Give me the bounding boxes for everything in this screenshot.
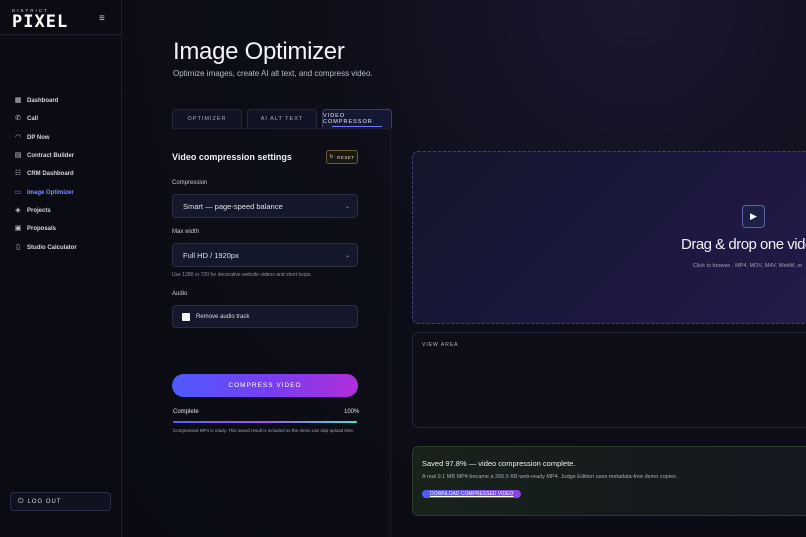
sidebar-item-label: DP Now — [27, 134, 50, 141]
brand-logo[interactable]: DISTRICT PIXEL — [12, 8, 69, 32]
view-area-label: VIEW AREA — [422, 342, 459, 348]
result-description: A real 9.1 MB MP4 became a 206.5 KB web-… — [422, 474, 678, 480]
sidebar-divider — [0, 34, 122, 35]
sidebar-item-label: Proposals — [27, 226, 57, 233]
sidebar-item-label: Call — [27, 116, 39, 123]
reset-button[interactable]: ↻ RESET — [326, 150, 358, 164]
tab-divider — [172, 128, 390, 129]
page-subtitle: Optimize images, create AI alt text, and… — [173, 69, 373, 78]
sidebar-item-image-optimizer[interactable]: ▭ Image Optimizer — [14, 183, 114, 201]
tab-optimizer[interactable]: OPTIMIZER — [172, 109, 242, 128]
brand-logo-main: PIXEL — [12, 12, 69, 32]
sidebar-item-label: CRM Dashboard — [27, 171, 74, 178]
file-icon: ▣ — [14, 225, 22, 233]
tab-video-compressor[interactable]: VIDEO COMPRESSOR — [322, 109, 392, 128]
dropzone-title: Drag & drop one video h — [681, 236, 806, 253]
reset-icon: ↻ — [329, 154, 335, 160]
compress-video-button[interactable]: COMPRESS VIDEO — [172, 374, 358, 397]
sidebar-item-studio-calculator[interactable]: ▯ Studio Calculator — [14, 238, 114, 256]
max-width-hint: Use 1280 or 720 for decorative website v… — [172, 272, 312, 278]
sidebar-item-crm-dashboard[interactable]: ☷ CRM Dashboard — [14, 165, 114, 183]
audio-label: Audio — [172, 291, 188, 297]
dashboard-icon: ▦ — [14, 97, 22, 105]
sidebar-nav: ▦ Dashboard ✆ Call ◠ DP Now ▤ Contract Builder ☷… — [14, 92, 114, 257]
progress-percent: 100% — [344, 409, 360, 415]
max-width-value: Full HD / 1920px — [183, 250, 239, 260]
logout-button[interactable]: ⏻ LOG OUT — [10, 492, 111, 511]
sidebar-item-proposals[interactable]: ▣ Proposals — [14, 220, 114, 238]
chevron-down-icon: ⌄ — [344, 253, 350, 259]
max-width-label: Max width — [172, 229, 200, 235]
users-icon: ☷ — [14, 170, 22, 178]
sidebar: DISTRICT PIXEL ≡ ▦ Dashboard ✆ Call ◠ DP Now ▤… — [0, 0, 122, 537]
result-panel: Saved 97.8% — video compression complete… — [412, 446, 806, 516]
calculator-icon: ▯ — [16, 243, 20, 251]
play-icon: ▶ — [742, 205, 765, 228]
reset-label: RESET — [337, 154, 355, 160]
sidebar-item-label: Studio Calculator — [27, 244, 77, 251]
phone-icon: ✆ — [15, 115, 21, 123]
progress-bar — [173, 421, 357, 423]
download-compressed-video-button[interactable]: DOWNLOAD COMPRESSED VIDEO — [422, 490, 522, 498]
tab-bar: OPTIMIZER AI ALT TEXT VIDEO COMPRESSOR — [172, 109, 397, 128]
wifi-icon: ◠ — [14, 133, 22, 141]
sidebar-item-dashboard[interactable]: ▦ Dashboard — [14, 92, 114, 110]
sidebar-item-label: Contract Builder — [27, 153, 75, 160]
page-title: Image Optimizer — [173, 38, 345, 65]
compression-value: Smart — page-speed balance — [183, 201, 283, 211]
chevron-down-icon: ⌄ — [344, 204, 350, 210]
sidebar-item-contract-builder[interactable]: ▤ Contract Builder — [14, 147, 114, 165]
sidebar-item-label: Image Optimizer — [27, 189, 74, 196]
document-icon: ▤ — [14, 152, 22, 160]
tab-ai-alt-text[interactable]: AI ALT TEXT — [247, 109, 317, 128]
sidebar-item-label: Projects — [27, 207, 51, 214]
remove-audio-option[interactable]: Remove audio track — [172, 305, 358, 328]
column-divider — [390, 128, 391, 537]
settings-title: Video compression settings — [172, 152, 292, 162]
remove-audio-label: Remove audio track — [196, 313, 250, 320]
progress-fill — [173, 421, 357, 423]
sidebar-item-call[interactable]: ✆ Call — [14, 110, 114, 128]
max-width-select[interactable]: Full HD / 1920px ⌄ — [172, 243, 358, 267]
result-title: Saved 97.8% — video compression complete… — [422, 459, 576, 468]
shield-icon: ◈ — [15, 206, 21, 214]
sidebar-item-label: Dashboard — [27, 98, 59, 105]
compression-select[interactable]: Smart — page-speed balance ⌄ — [172, 194, 358, 218]
status-label: Complete — [173, 409, 199, 415]
progress-note: Compressed MP4 is ready. This saved resu… — [173, 428, 355, 433]
menu-icon[interactable]: ≡ — [99, 14, 109, 24]
image-icon: ▭ — [14, 188, 22, 196]
video-dropzone[interactable]: ▶ Drag & drop one video h Click to brows… — [412, 151, 806, 324]
sidebar-item-dp-now[interactable]: ◠ DP Now — [14, 129, 114, 147]
dropzone-subtitle: Click to browse · MP4, MOV, M4V, WebM, o… — [693, 263, 803, 269]
remove-audio-checkbox[interactable] — [182, 312, 190, 321]
sidebar-item-projects[interactable]: ◈ Projects — [14, 202, 114, 220]
compression-label: Compression — [172, 180, 208, 186]
view-area: VIEW AREA — [412, 332, 806, 428]
main-content: Image Optimizer Optimize images, create … — [123, 0, 806, 537]
power-icon: ⏻ — [18, 497, 24, 505]
logout-label: LOG OUT — [27, 498, 62, 505]
